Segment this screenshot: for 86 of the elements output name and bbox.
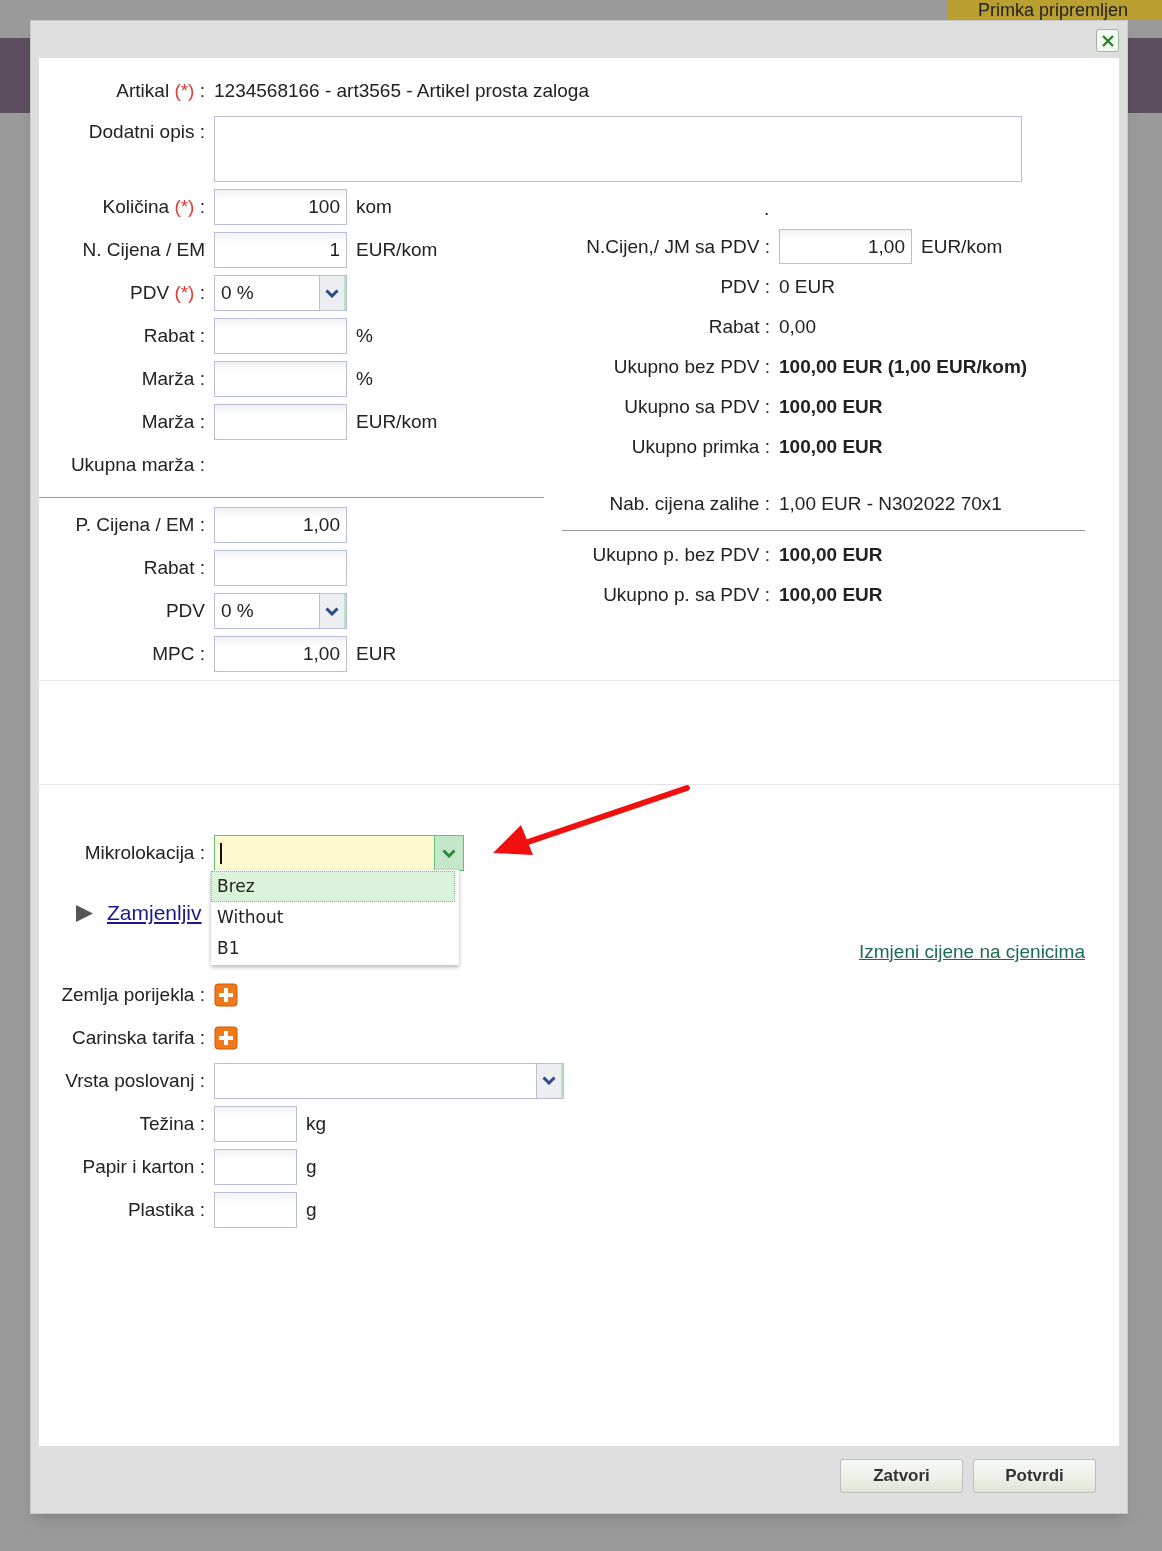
select-field[interactable]: 0 % (214, 593, 347, 629)
field-label: MPC : (151, 642, 205, 666)
input-field[interactable]: 1 (214, 232, 347, 268)
field-label: Rabat : (142, 324, 205, 348)
input-field[interactable]: 1,00 (214, 636, 347, 672)
input-field[interactable] (214, 318, 347, 354)
field-label: Ukupno p. sa PDV : (602, 583, 770, 607)
field-label: Carinska tarifa : (70, 1025, 205, 1050)
field-label: Papir i karton : (81, 1154, 205, 1179)
unit-label: kg (306, 1111, 327, 1136)
input-field[interactable]: 1,00 (214, 507, 347, 543)
field-label: Ukupna marža : (69, 453, 205, 477)
field-label: Nab. cijena zalihe : (608, 492, 770, 516)
field-label: Mikrolokacija : (83, 841, 205, 865)
text-area[interactable] (214, 116, 1022, 182)
price-list-link[interactable]: Izmjeni cijene na cjenicima (859, 938, 1085, 966)
chevron-down-icon (325, 288, 339, 298)
select-value: 0 % (221, 598, 254, 623)
dialog-button[interactable]: Zatvori (840, 1459, 963, 1493)
add-icon[interactable] (214, 982, 238, 1007)
value-text: 100,00 EUR (1,00 EUR/kom) (779, 354, 1028, 379)
status-badge: Primka pripremljen (948, 0, 1162, 20)
field-label: Ukupno bez PDV : (612, 355, 770, 379)
unit-label: % (356, 324, 373, 348)
combo-field[interactable] (214, 835, 464, 871)
value-text: 100,00 EUR (779, 434, 883, 459)
value-text: 0,00 (779, 314, 816, 339)
chevron-down-icon (442, 848, 456, 858)
input-field[interactable] (214, 404, 347, 440)
select-field[interactable]: 0 % (214, 275, 347, 311)
chevron-down-icon (325, 606, 339, 616)
field-label: Dodatni opis : (87, 120, 205, 144)
chevron-down-icon (542, 1076, 556, 1085)
input-field[interactable] (214, 1148, 297, 1185)
field-label: Plastika : (126, 1197, 205, 1222)
unit-label: EUR/kom (356, 238, 438, 262)
value-text: 100,00 EUR (779, 542, 883, 567)
close-icon (1100, 33, 1115, 48)
value-text: 0 EUR (779, 274, 835, 299)
section-link[interactable]: Zamjenljiv (107, 897, 202, 929)
unit-label: % (356, 367, 373, 391)
field-label: Vrsta poslovanj : (64, 1068, 205, 1093)
field-label: Zemlja porijekla : (60, 982, 205, 1007)
field-label: Rabat : (707, 315, 770, 339)
value-text: 100,00 EUR (779, 394, 883, 419)
input-field[interactable] (214, 1191, 297, 1228)
value-text: 100,00 EUR (779, 582, 883, 607)
unit-label: g (306, 1154, 317, 1179)
field-label: Marža : (140, 410, 205, 434)
value-text: 1,00 EUR - N302022 70x1 (779, 491, 1002, 516)
field-label: P. Cijena / EM : (74, 513, 205, 537)
dialog-button[interactable]: Potvrdi (973, 1459, 1096, 1493)
unit-label: EUR (356, 642, 397, 666)
input-field[interactable]: 100 (214, 189, 347, 225)
close-button[interactable] (1096, 29, 1119, 52)
field-label: Ukupno primka : (630, 435, 770, 459)
field-label: Ukupno sa PDV : (623, 395, 770, 419)
field-label: Količina (*) : (101, 195, 205, 219)
dropdown-option[interactable]: Without (211, 902, 455, 933)
input-field[interactable] (214, 550, 347, 586)
dropdown-option[interactable]: Brez (211, 871, 455, 902)
field-label: PDV : (719, 275, 770, 299)
unit-label: g (306, 1197, 317, 1222)
select-value: 0 % (221, 280, 254, 305)
field-label: PDV (164, 599, 205, 623)
field-label: Rabat : (142, 556, 205, 580)
field-label: Težina : (138, 1111, 205, 1136)
field-label: N.Cijen,/ JM sa PDV : (585, 235, 770, 259)
unit-label: kom (356, 195, 392, 219)
text-cursor (220, 842, 222, 864)
field-label: PDV (*) : (129, 281, 205, 305)
field-label: Ukupno p. bez PDV : (591, 543, 770, 567)
expand-triangle-icon[interactable] (76, 904, 93, 922)
field-label: Marža : (140, 367, 205, 391)
article-value: 1234568166 - art3565 - Artikel prosta zaloga (214, 79, 589, 103)
dot-text: . (764, 196, 770, 221)
dropdown-option[interactable]: B1 (211, 933, 455, 964)
input-field[interactable] (214, 361, 347, 397)
field-label: Artikal (*) : (115, 79, 205, 103)
input-field[interactable]: 1,00 (779, 229, 912, 264)
field-label: N. Cijena / EM (81, 238, 205, 262)
add-icon[interactable] (214, 1025, 238, 1050)
select-field[interactable] (214, 1062, 564, 1099)
unit-label: EUR/kom (921, 235, 1003, 259)
unit-label: EUR/kom (356, 410, 438, 434)
input-field[interactable] (214, 1105, 297, 1142)
